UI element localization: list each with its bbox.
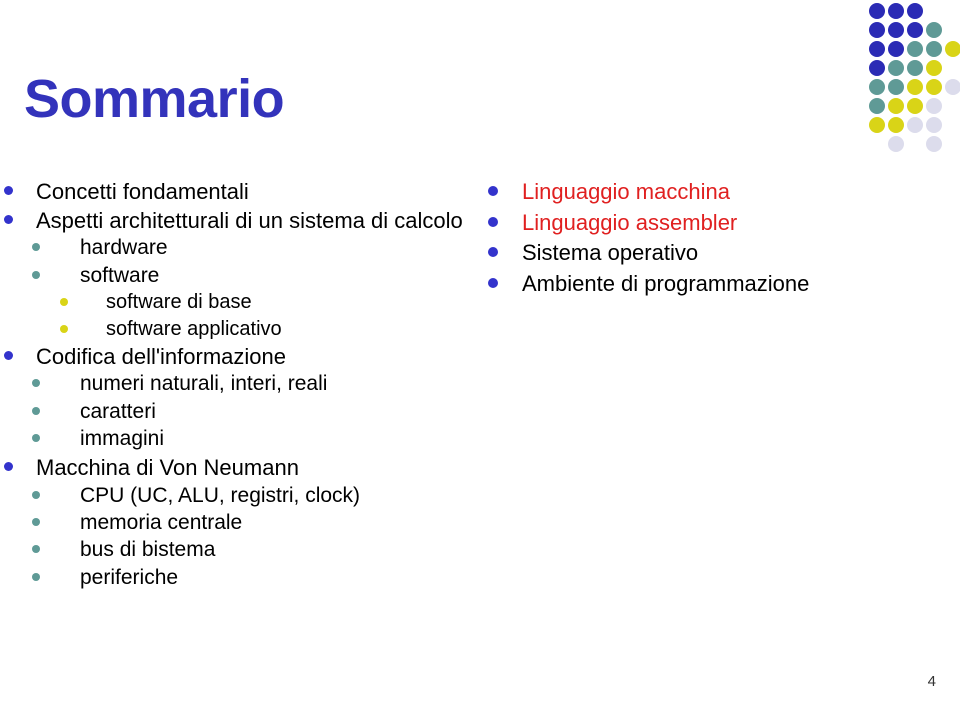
logo-dot-icon — [869, 41, 885, 57]
logo-dot-icon — [888, 41, 904, 57]
logo-dot-icon — [926, 79, 942, 95]
bullet-dot-icon — [488, 247, 498, 258]
list-item: memoria centrale — [28, 510, 470, 536]
logo-dot-icon — [869, 3, 885, 19]
logo-dot-icon — [869, 79, 885, 95]
list-item: caratteri — [28, 399, 470, 425]
list-item: software applicativo — [56, 317, 470, 342]
list-item: software — [28, 263, 470, 289]
list-item: Ambiente di programmazione — [484, 270, 924, 298]
list-item: hardware — [28, 235, 470, 261]
logo-dot-icon — [945, 79, 960, 95]
list-item-label: numeri naturali, interi, reali — [80, 372, 328, 396]
list-item-label: software — [80, 263, 160, 287]
logo-dot-icon — [869, 98, 885, 114]
list-item-label: Ambiente di programmazione — [522, 271, 810, 297]
right-bullet-list: Linguaggio macchina Linguaggio assembler S… — [484, 178, 924, 301]
list-item: Linguaggio assembler — [484, 209, 924, 237]
logo-dot-icon — [945, 41, 960, 57]
bullet-dot-icon — [32, 490, 40, 499]
list-item: immagini — [28, 426, 470, 452]
list-item: CPU (UC, ALU, registri, clock) — [28, 483, 470, 509]
list-item: software di base — [56, 290, 470, 315]
list-item-label: Linguaggio assembler — [522, 209, 738, 235]
list-item-label: immagini — [80, 427, 165, 451]
list-item-label: Concetti fondamentali — [36, 179, 249, 204]
logo-dot-icon — [888, 3, 904, 19]
logo-dot-icon — [907, 79, 923, 95]
bullet-dot-icon — [32, 517, 40, 526]
list-item: Macchina di Von Neumann — [0, 454, 470, 482]
list-item-label: hardware — [80, 236, 168, 260]
bullet-dot-icon — [4, 461, 13, 471]
list-item-label: Sistema operativo — [522, 240, 699, 266]
list-item-label: CPU (UC, ALU, registri, clock) — [80, 483, 361, 507]
logo-dot-icon — [926, 98, 942, 114]
list-item: bus di bistema — [28, 537, 470, 563]
list-item-label: memoria centrale — [80, 510, 243, 534]
logo-dot-icon — [926, 136, 942, 152]
list-item-label: Macchina di Von Neumann — [36, 454, 299, 480]
list-item-label: Linguaggio macchina — [522, 179, 730, 204]
bullet-dot-icon — [32, 572, 40, 581]
logo-dot-icon — [926, 41, 942, 57]
logo-dot-icon — [907, 3, 923, 19]
list-item-label: Codifica dell'informazione — [36, 343, 286, 369]
list-item: Aspetti architetturali di un sistema di … — [0, 207, 470, 235]
bullet-dot-icon — [32, 379, 40, 388]
list-item: Codifica dell'informazione — [0, 343, 470, 371]
logo-dot-icon — [907, 60, 923, 76]
bullet-dot-icon — [4, 350, 13, 360]
page-title: Sommario — [24, 69, 285, 129]
dot-matrix-logo — [869, 3, 960, 152]
slide-canvas: Sommario Concetti fondamentali Aspetti ar… — [0, 0, 960, 702]
list-item: Concetti fondamentali — [0, 178, 470, 206]
logo-dot-icon — [907, 22, 923, 38]
left-bullet-list: Concetti fondamentali Aspetti architettur… — [0, 178, 470, 592]
logo-dot-icon — [869, 60, 885, 76]
bullet-dot-icon — [32, 243, 40, 252]
list-item-label: periferiche — [80, 565, 179, 589]
list-item-label: caratteri — [80, 399, 156, 423]
logo-dot-icon — [907, 98, 923, 114]
bullet-dot-icon — [32, 545, 40, 554]
list-item: periferiche — [28, 565, 470, 591]
list-item-label: bus di bistema — [80, 538, 216, 562]
logo-dot-icon — [926, 117, 942, 133]
logo-dot-icon — [888, 117, 904, 133]
list-item-label: Aspetti architetturali di un sistema di … — [36, 207, 463, 233]
logo-dot-icon — [869, 117, 885, 133]
list-item-label: software di base — [106, 291, 252, 314]
list-item: numeri naturali, interi, reali — [28, 371, 470, 397]
list-item: Linguaggio macchina — [484, 178, 924, 206]
logo-dot-icon — [888, 98, 904, 114]
logo-dot-icon — [926, 22, 942, 38]
slide-number: 4 — [927, 673, 936, 690]
logo-dot-icon — [926, 60, 942, 76]
bullet-dot-icon — [4, 186, 13, 195]
logo-dot-icon — [907, 41, 923, 57]
bullet-dot-icon — [60, 324, 68, 333]
bullet-dot-icon — [60, 298, 68, 307]
bullet-dot-icon — [488, 186, 498, 196]
logo-dot-icon — [869, 22, 885, 38]
logo-dot-icon — [888, 22, 904, 38]
bullet-dot-icon — [32, 270, 40, 279]
list-item: Sistema operativo — [484, 239, 924, 267]
bullet-dot-icon — [32, 434, 40, 443]
logo-dot-icon — [888, 79, 904, 95]
bullet-dot-icon — [32, 406, 40, 415]
logo-dot-icon — [907, 117, 923, 133]
logo-dot-icon — [888, 60, 904, 76]
bullet-dot-icon — [488, 278, 498, 289]
bullet-dot-icon — [488, 216, 498, 227]
bullet-dot-icon — [4, 214, 13, 224]
list-item-label: software applicativo — [106, 317, 282, 340]
logo-dot-icon — [888, 136, 904, 152]
